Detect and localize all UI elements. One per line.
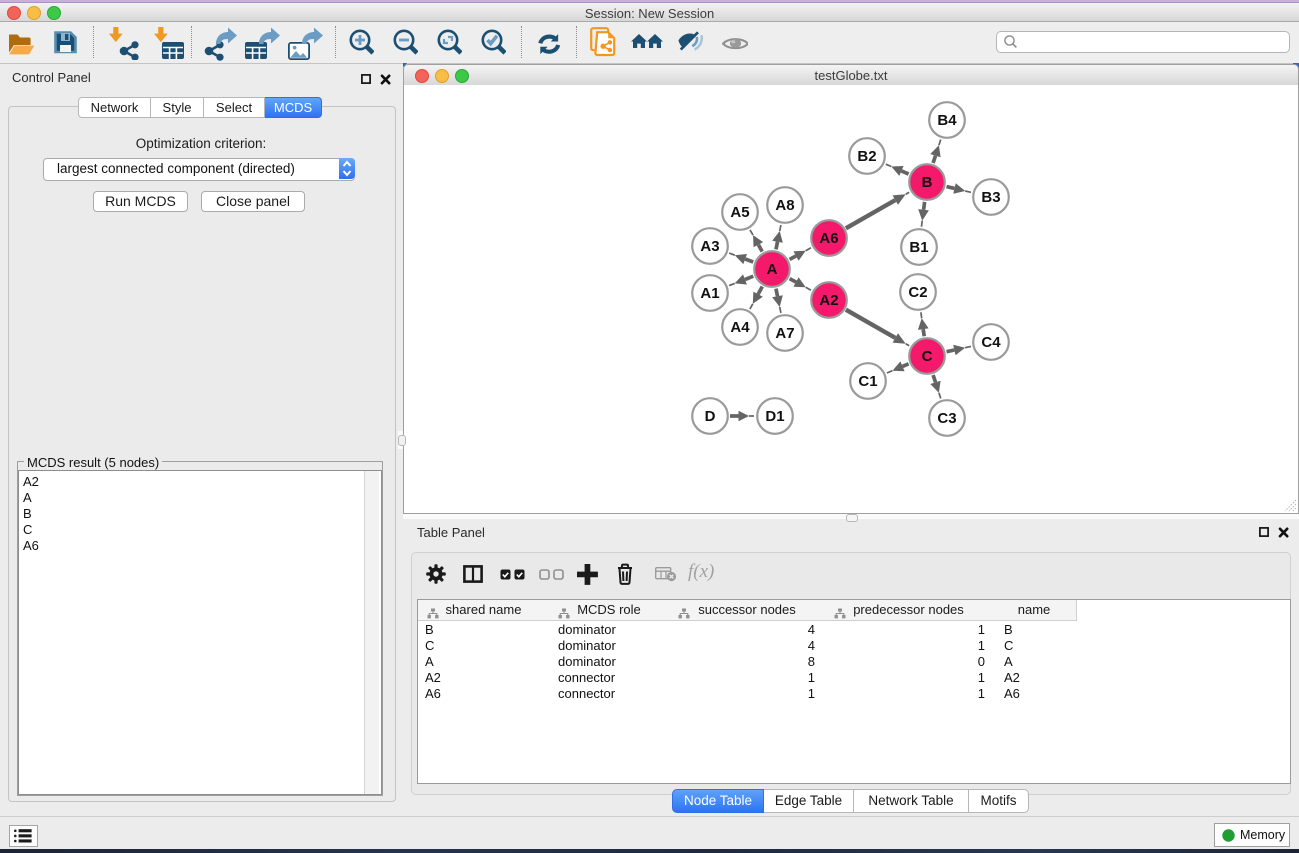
svg-text:B: B xyxy=(922,174,933,191)
svg-text:B3: B3 xyxy=(981,189,1000,206)
svg-text:A8: A8 xyxy=(775,197,794,214)
svg-text:A: A xyxy=(767,261,778,278)
svg-text:A4: A4 xyxy=(730,319,750,336)
svg-text:A2: A2 xyxy=(819,292,838,309)
svg-text:B1: B1 xyxy=(909,239,928,256)
svg-text:C3: C3 xyxy=(937,410,956,427)
svg-text:A1: A1 xyxy=(700,285,719,302)
svg-text:C1: C1 xyxy=(858,373,877,390)
svg-text:D1: D1 xyxy=(765,408,784,425)
svg-text:B4: B4 xyxy=(937,112,957,129)
svg-text:C4: C4 xyxy=(981,334,1001,351)
svg-text:A3: A3 xyxy=(700,238,719,255)
svg-text:D: D xyxy=(705,408,716,425)
svg-text:A5: A5 xyxy=(730,204,749,221)
svg-text:C2: C2 xyxy=(908,284,927,301)
svg-text:C: C xyxy=(922,348,933,365)
svg-text:B2: B2 xyxy=(857,148,876,165)
svg-text:A6: A6 xyxy=(819,230,838,247)
svg-text:A7: A7 xyxy=(775,325,794,342)
